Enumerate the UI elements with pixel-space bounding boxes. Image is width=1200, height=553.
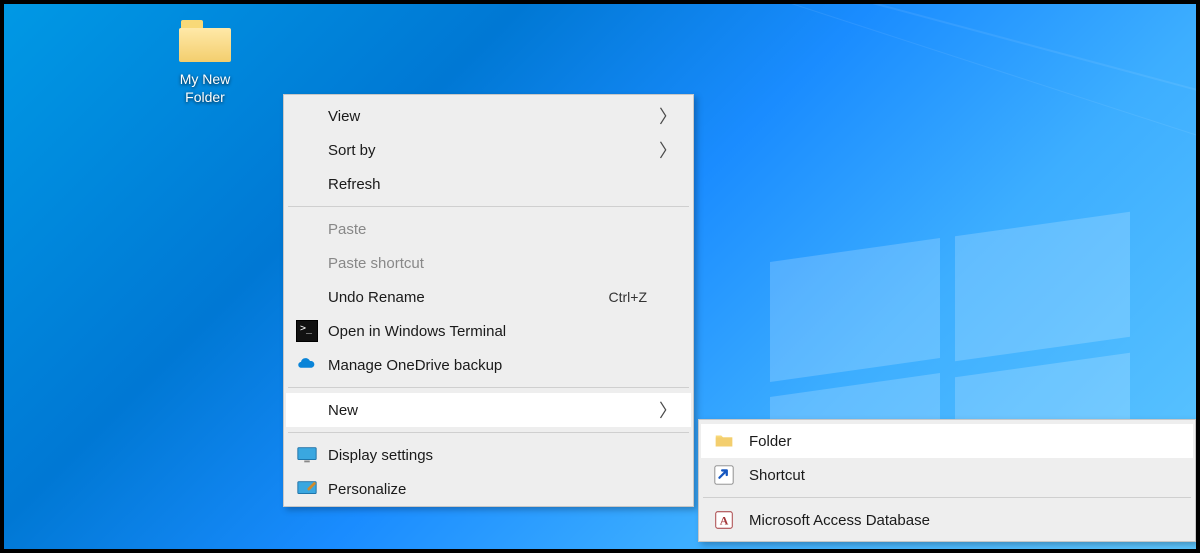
menu-item-manage-onedrive[interactable]: Manage OneDrive backup (286, 348, 691, 382)
menu-item-label: Manage OneDrive backup (328, 357, 677, 374)
menu-item-label: Personalize (328, 481, 677, 498)
chevron-right-icon: 〉 (659, 137, 677, 163)
chevron-right-icon: 〉 (659, 397, 677, 423)
menu-item-label: View (328, 108, 677, 125)
menu-item-label: Display settings (328, 447, 677, 464)
submenu-item-label: Folder (749, 433, 792, 450)
submenu-item-folder[interactable]: Folder (701, 424, 1193, 458)
menu-separator (288, 387, 689, 388)
menu-item-label: Sort by (328, 142, 677, 159)
menu-item-label: New (328, 402, 677, 419)
desktop-folder-icon[interactable]: My New Folder (155, 18, 255, 106)
svg-text:A: A (720, 514, 729, 528)
folder-icon (177, 18, 233, 64)
menu-item-paste-shortcut: Paste shortcut (286, 246, 691, 280)
display-icon (296, 444, 318, 466)
menu-item-label: Paste (328, 221, 677, 238)
menu-item-refresh[interactable]: Refresh (286, 167, 691, 201)
folder-icon (713, 430, 735, 452)
shortcut-icon (713, 464, 735, 486)
menu-item-open-terminal[interactable]: Open in Windows Terminal (286, 314, 691, 348)
menu-item-display-settings[interactable]: Display settings (286, 438, 691, 472)
submenu-item-label: Microsoft Access Database (749, 512, 930, 529)
menu-item-view[interactable]: View 〉 (286, 99, 691, 133)
menu-item-label: Paste shortcut (328, 255, 677, 272)
desktop-context-menu: View 〉 Sort by 〉 Refresh Paste Paste sho… (283, 94, 694, 507)
submenu-item-shortcut[interactable]: Shortcut (701, 458, 1193, 492)
terminal-icon (296, 320, 318, 342)
personalize-icon (296, 478, 318, 500)
menu-item-label: Undo Rename (328, 289, 609, 306)
desktop-folder-label: My New Folder (155, 70, 255, 106)
menu-item-shortcut: Ctrl+Z (609, 289, 678, 305)
menu-item-paste: Paste (286, 212, 691, 246)
onedrive-icon (296, 354, 318, 376)
menu-item-undo-rename[interactable]: Undo Rename Ctrl+Z (286, 280, 691, 314)
chevron-right-icon: 〉 (659, 103, 677, 129)
submenu-item-label: Shortcut (749, 467, 805, 484)
submenu-item-access-db[interactable]: A Microsoft Access Database (701, 503, 1193, 537)
menu-separator (288, 206, 689, 207)
menu-separator (703, 497, 1191, 498)
menu-item-sort-by[interactable]: Sort by 〉 (286, 133, 691, 167)
menu-item-personalize[interactable]: Personalize (286, 472, 691, 506)
menu-item-label: Open in Windows Terminal (328, 323, 677, 340)
new-submenu: Folder Shortcut A Microsoft Access Datab… (698, 419, 1196, 542)
menu-item-new[interactable]: New 〉 (286, 393, 691, 427)
menu-separator (288, 432, 689, 433)
access-icon: A (713, 509, 735, 531)
menu-item-label: Refresh (328, 176, 677, 193)
